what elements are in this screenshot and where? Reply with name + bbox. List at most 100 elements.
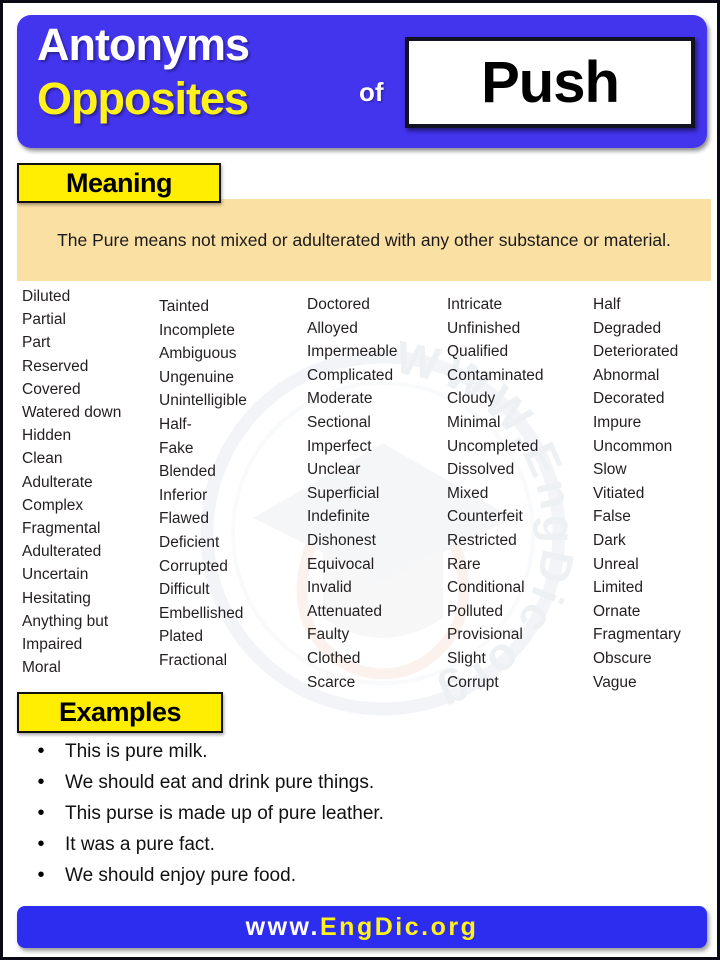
antonym-word: Obscure <box>593 649 652 667</box>
antonym-word: Impermeable <box>307 343 398 361</box>
antonym-word: Corrupted <box>159 557 228 575</box>
antonym-word: Complicated <box>307 366 394 384</box>
footer-url-part1: www. <box>245 913 320 941</box>
antonym-word: Fragmentary <box>593 626 681 644</box>
antonym-word: Uncompleted <box>447 437 539 455</box>
antonym-word: Unfinished <box>447 319 521 337</box>
antonym-word: False <box>593 508 631 526</box>
footer-url: www.EngDic.org <box>246 906 479 948</box>
antonym-word: Tainted <box>159 298 209 315</box>
antonym-word: Half- <box>159 415 192 433</box>
antonym-word: Doctored <box>307 296 370 313</box>
antonym-word: Flawed <box>159 510 209 528</box>
antonym-word: Alloyed <box>307 319 358 337</box>
antonym-word: Deteriorated <box>593 343 679 361</box>
antonyms-poster: WWW.EngDic.org Antonyms Opposites of Pus… <box>0 0 720 960</box>
antonym-word: Equivocal <box>307 555 375 573</box>
antonym-word: Unreal <box>593 555 639 573</box>
antonym-word: Plated <box>159 628 203 646</box>
example-text: We should eat and drink pure things. <box>65 772 375 793</box>
title-opposites: Opposites <box>37 73 249 124</box>
antonym-word: Moral <box>22 659 61 677</box>
antonym-word: Embellished <box>159 604 244 622</box>
antonym-word: Impaired <box>22 636 83 654</box>
antonym-word: Intricate <box>447 296 503 313</box>
example-item: • We should eat and drink pure things. <box>17 767 711 798</box>
antonym-word: Unintelligible <box>159 392 247 410</box>
meaning-label: Meaning <box>17 163 221 203</box>
antonym-word: Limited <box>593 579 643 597</box>
antonym-word: Faulty <box>307 626 350 644</box>
antonym-word: Slight <box>447 649 486 667</box>
meaning-label-text: Meaning <box>65 167 173 198</box>
antonym-word: Slow <box>593 461 627 479</box>
header-banner: Antonyms Opposites of Push <box>17 15 707 148</box>
bullet-icon: • <box>37 771 45 793</box>
header-titles: Antonyms Opposites <box>37 17 357 125</box>
antonym-word: Dissolved <box>447 461 515 479</box>
antonym-word: Conditional <box>447 579 525 597</box>
antonym-word: Blended <box>159 463 216 481</box>
example-item: • This purse is made up of pure leather. <box>17 798 711 829</box>
antonym-word: Dishonest <box>307 531 376 549</box>
antonym-word: Scarce <box>307 673 356 691</box>
antonym-word: Restricted <box>447 531 517 549</box>
antonym-word: Ornate <box>593 602 641 620</box>
headword-box: Push <box>405 37 695 128</box>
antonym-word: Watered down <box>22 404 122 422</box>
antonym-word: Ambiguous <box>159 345 237 363</box>
antonym-word: Fragmental <box>22 520 101 538</box>
antonym-word: Vague <box>593 673 637 691</box>
title-antonyms: Antonyms <box>37 19 250 70</box>
antonym-word: Diluted <box>22 288 71 305</box>
footer-banner[interactable]: www.EngDic.org <box>17 906 707 948</box>
antonym-word: Unclear <box>307 461 361 479</box>
antonym-word: Half <box>593 296 621 313</box>
footer-url-part2: EngDic <box>320 913 422 941</box>
antonym-column-1: Diluted Partial Part Reserved Covered Watered… <box>17 285 153 690</box>
antonym-word: Mixed <box>447 484 489 502</box>
antonym-word: Hesitating <box>22 589 91 607</box>
antonym-word: Deficient <box>159 533 220 551</box>
footer-url-part3: .org <box>421 913 479 941</box>
antonym-word: Sectional <box>307 413 371 431</box>
antonym-word: Imperfect <box>307 437 372 455</box>
antonym-word: Superficial <box>307 484 380 502</box>
example-text: This purse is made up of pure leather. <box>65 803 384 824</box>
antonym-word: Anything but <box>22 612 109 630</box>
antonym-word: Part <box>22 334 51 352</box>
example-item: • This is pure milk. <box>17 736 711 767</box>
antonym-word: Polluted <box>447 602 504 620</box>
antonym-word: Vitiated <box>593 484 645 502</box>
antonym-word: Invalid <box>307 579 352 597</box>
antonym-word: Fractional <box>159 651 228 669</box>
headword-text: Push <box>481 49 620 115</box>
antonym-word: Adulterate <box>22 473 93 491</box>
antonym-word: Adulterated <box>22 543 102 561</box>
antonym-word: Complex <box>22 496 84 514</box>
examples-label-text: Examples <box>58 697 182 727</box>
antonym-word: Covered <box>22 380 81 398</box>
antonym-word: Provisional <box>447 626 523 644</box>
antonym-column-2: Tainted Incomplete Ambiguous Ungenuine Unint… <box>153 285 295 690</box>
antonym-column-4: Intricate Unfinished Qualified Contaminated… <box>437 285 587 691</box>
antonym-word: Counterfeit <box>447 508 523 526</box>
antonym-word: Decorated <box>593 390 665 408</box>
bullet-icon: • <box>37 864 45 886</box>
antonym-word: Rare <box>447 555 481 573</box>
antonym-column-5: Half Degraded Deteriorated Abnormal Decorate… <box>587 285 711 691</box>
antonym-word: Cloudy <box>447 390 496 408</box>
antonym-word: Qualified <box>447 343 509 361</box>
example-text: We should enjoy pure food. <box>65 865 296 886</box>
antonym-word: Degraded <box>593 319 662 337</box>
antonym-word: Impure <box>593 413 642 431</box>
bullet-icon: • <box>37 833 45 855</box>
antonym-word: Minimal <box>447 413 501 431</box>
antonym-word: Moderate <box>307 390 373 408</box>
antonym-word: Ungenuine <box>159 368 234 386</box>
antonym-word: Clean <box>22 450 63 468</box>
antonym-word: Inferior <box>159 486 208 504</box>
antonym-word: Difficult <box>159 581 210 599</box>
examples-list: • This is pure milk. • We should eat and dr… <box>17 736 711 891</box>
antonym-word: Dark <box>593 531 626 549</box>
